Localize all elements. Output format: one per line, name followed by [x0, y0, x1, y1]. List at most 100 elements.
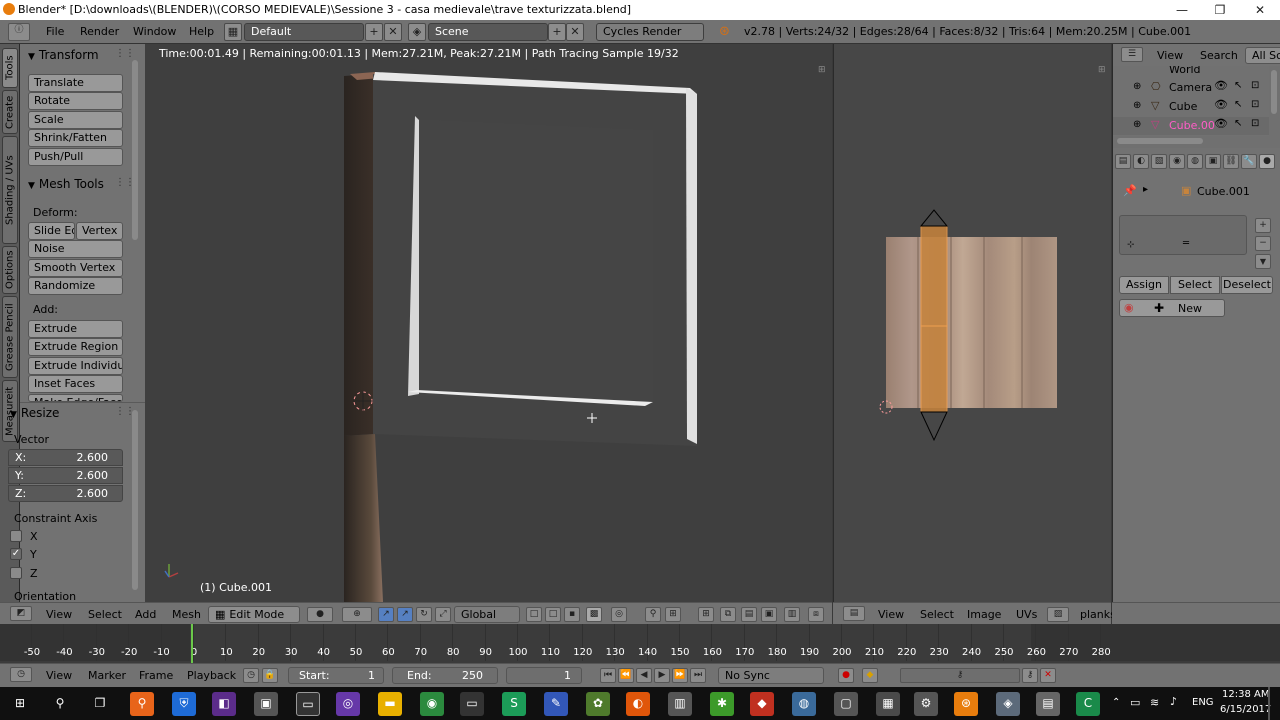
current-frame-indicator[interactable] [191, 624, 193, 664]
extrude-dropdown[interactable]: Extrude [28, 320, 123, 338]
image-name-field[interactable]: planks [1080, 608, 1116, 621]
select-arrow-icon[interactable]: ↖ [1234, 118, 1242, 129]
app-gear-icon[interactable]: ✿ [586, 692, 610, 716]
push-pull-button[interactable]: Push/Pull [28, 148, 123, 166]
tray-chevron-icon[interactable]: ⌃ [1112, 697, 1120, 708]
scene-delete-icon[interactable]: ✕ [566, 23, 584, 41]
scene-field[interactable]: Scene [428, 23, 548, 41]
chrome-icon[interactable]: ◉ [420, 692, 444, 716]
app-globe2-icon[interactable]: ◍ [792, 692, 816, 716]
timeline-playback-menu[interactable]: Playback [187, 669, 236, 682]
uv-image-editor[interactable]: ⊞ [833, 44, 1111, 602]
extrude-region-button[interactable]: Extrude Region [28, 338, 123, 356]
translate-button[interactable]: Translate [28, 74, 123, 92]
record-icon[interactable]: ● [838, 668, 854, 683]
layout-delete-icon[interactable]: ✕ [384, 23, 402, 41]
maximize-button[interactable]: ❐ [1200, 0, 1240, 20]
shrink-fatten-button[interactable]: Shrink/Fatten [28, 129, 123, 147]
outliner-vscroll[interactable] [1271, 70, 1277, 114]
render-camera-icon[interactable]: ⊡ [1251, 118, 1259, 129]
editor-type-icon[interactable]: ⓘ [8, 23, 30, 41]
settings-icon[interactable]: ⚙ [914, 692, 938, 716]
constraint-y-checkbox[interactable]: ✓ [10, 548, 22, 560]
viewport-editor-icon[interactable]: ◩ [10, 606, 32, 621]
translate-manipulator-icon[interactable]: ↗ [397, 607, 413, 622]
constraint-z-checkbox[interactable] [10, 567, 22, 579]
app-grid-icon[interactable]: ▦ [876, 692, 900, 716]
props-editor-icon[interactable]: ▤ [1115, 154, 1131, 169]
timeline-view-menu[interactable]: View [46, 669, 72, 682]
uv-view-menu[interactable]: View [878, 608, 904, 621]
inset-faces-button[interactable]: Inset Faces [28, 375, 123, 393]
keying-set-field[interactable]: ⚷ [900, 668, 1020, 683]
play-reverse-icon[interactable]: ◀ [636, 668, 652, 683]
scale-manipulator-icon[interactable]: ⤢ [435, 607, 451, 622]
world-tab-icon[interactable]: ◍ [1187, 154, 1203, 169]
select-button[interactable]: Select [1170, 276, 1220, 294]
timeline-frame-menu[interactable]: Frame [139, 669, 173, 682]
preview-range-icon[interactable]: ◷ [243, 668, 259, 683]
visibility-eye-icon[interactable]: 👁 [1214, 98, 1228, 111]
list-grip-icon[interactable]: ═ [1183, 238, 1189, 249]
menu-file[interactable]: File [46, 25, 64, 38]
viewport-split-icon[interactable]: ⊞ [818, 65, 826, 75]
constraint-x-checkbox[interactable] [10, 530, 22, 542]
outliner-hscroll[interactable] [1117, 138, 1203, 144]
menu-help[interactable]: Help [189, 25, 214, 38]
play-icon[interactable]: ▶ [654, 668, 670, 683]
mode-dropdown[interactable]: ▦ Edit Mode [208, 606, 300, 623]
layer-1-icon[interactable]: □ [526, 607, 542, 622]
slide-vertex-button[interactable]: Vertex [76, 222, 123, 240]
viewport-mesh-menu[interactable]: Mesh [172, 608, 201, 621]
show-desktop-button[interactable] [1268, 687, 1270, 720]
resize-panel-header[interactable]: ▼ Resize ⋮⋮ [2, 404, 145, 424]
minimize-button[interactable]: — [1162, 0, 1202, 20]
new-material-button[interactable]: ◉ ✚ New [1119, 299, 1225, 317]
toolshelf-scrollbar[interactable] [132, 60, 138, 240]
outliner-item-cube[interactable]: Cube [1169, 100, 1197, 113]
material-tab-icon[interactable]: ● [1259, 154, 1275, 169]
prev-keyframe-icon[interactable]: ⏪ [618, 668, 634, 683]
expand-cube001-icon[interactable]: ⊕ [1133, 119, 1141, 130]
deselect-button[interactable]: Deselect [1221, 276, 1273, 294]
image-browse-icon[interactable]: ▨ [1047, 607, 1069, 622]
outliner-search-menu[interactable]: Search [1200, 49, 1238, 62]
app-globe-icon[interactable]: ◎ [336, 692, 360, 716]
scale-button[interactable]: Scale [28, 111, 123, 129]
list-resize-icon[interactable]: ⊹ [1127, 240, 1135, 250]
app-window-icon[interactable]: ▢ [834, 692, 858, 716]
layout-browse-icon[interactable]: ▦ [224, 23, 242, 41]
start-button-icon[interactable]: ⊞ [8, 692, 32, 716]
app-c-icon[interactable]: C [1076, 692, 1100, 716]
menu-render[interactable]: Render [80, 25, 119, 38]
search-icon[interactable]: ⚲ [48, 692, 72, 716]
visibility-eye-icon[interactable]: 👁 [1214, 79, 1228, 92]
render-tab-icon[interactable]: ◐ [1133, 154, 1149, 169]
app-doc-icon[interactable]: ▤ [1036, 692, 1060, 716]
vector-z-field[interactable]: Z: 2.600 [8, 485, 123, 502]
copy-icon[interactable]: ⧉ [720, 607, 736, 622]
manipulator-icon[interactable]: ↗ [378, 607, 394, 622]
operator-scrollbar[interactable] [132, 410, 138, 590]
app-visual-icon[interactable]: ◧ [212, 692, 236, 716]
app-s-icon[interactable]: S [502, 692, 526, 716]
timeline-marker-menu[interactable]: Marker [88, 669, 126, 682]
slide-edge-button[interactable]: Slide Ed [28, 222, 75, 240]
network-icon[interactable]: ▭ [1130, 696, 1140, 709]
app-search-icon[interactable]: ⚲ [130, 692, 154, 716]
layer-2-icon[interactable]: □ [545, 607, 561, 622]
viewport-view-menu[interactable]: View [46, 608, 72, 621]
proportional-edit-icon[interactable]: ◎ [611, 607, 627, 622]
insert-key-icon[interactable]: ⚷ [1022, 668, 1038, 683]
layers-tab-icon[interactable]: ▧ [1151, 154, 1167, 169]
rotate-button[interactable]: Rotate [28, 92, 123, 110]
app-library-icon[interactable]: ▥ [668, 692, 692, 716]
timeline[interactable]: -50 -40 -30 -20 -10 0 10 20 30 40 50 60 70 80 90 100 110… [0, 624, 1280, 664]
app-blue-icon[interactable]: ◈ [996, 692, 1020, 716]
scene-tab-icon[interactable]: ◉ [1169, 154, 1185, 169]
pivot-dropdown-icon[interactable]: ⊕ [342, 607, 372, 622]
constraints-tab-icon[interactable]: ⛓ [1223, 154, 1239, 169]
app-pen-icon[interactable]: ✎ [544, 692, 568, 716]
task-view-icon[interactable]: ❐ [88, 692, 112, 716]
tab-grease-pencil[interactable]: Grease Pencil [2, 296, 18, 378]
